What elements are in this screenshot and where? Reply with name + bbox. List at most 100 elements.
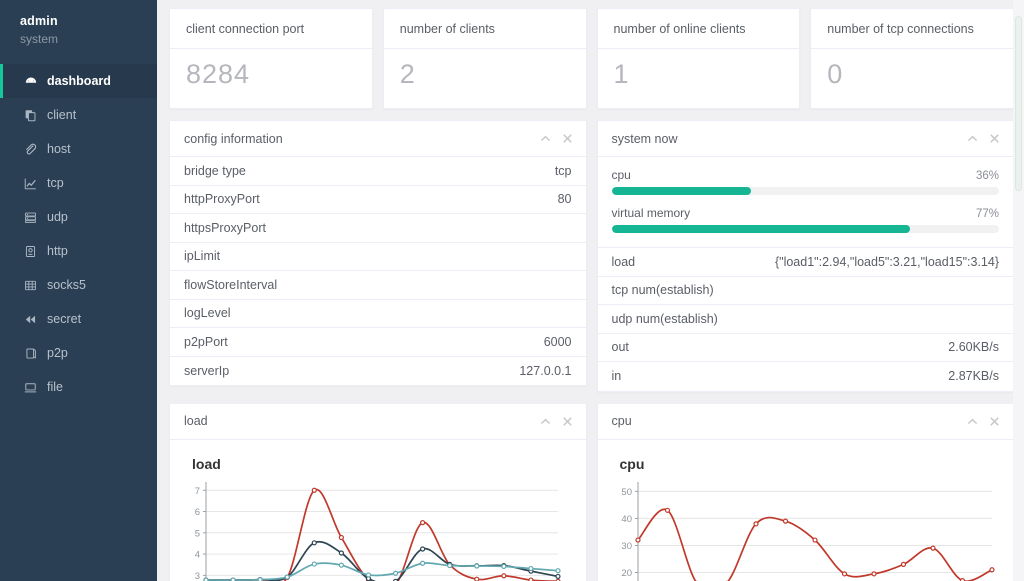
stat-card-value: 0 [827,59,844,89]
chart-line-icon [23,176,38,191]
chevron-up-icon[interactable] [967,416,978,427]
sidebar-item-label: dashboard [47,74,111,88]
table-row: udp num(establish) [597,305,1013,334]
cpu-chart-body: cpu 20 30 40 50 [598,440,1014,581]
vertical-scrollbar-track[interactable] [1013,0,1024,581]
http-icon [23,244,38,259]
svg-text:20: 20 [621,568,632,579]
sidebar-header: admin system [0,0,157,58]
stat-card-value: 2 [399,59,416,89]
config-key: bridge type [184,163,246,178]
chevron-up-icon[interactable] [540,416,551,427]
load-line-chart: 3 4 5 6 7 [195,481,561,581]
svg-text:40: 40 [621,514,632,525]
close-icon[interactable] [562,416,573,427]
grid-icon [23,278,38,293]
progress-bar-fill [611,187,751,195]
sidebar-item-label: secret [47,312,82,326]
table-row: in 2.87KB/s [598,362,1014,391]
stat-card-number-of-online-clients: number of online clients 1 [596,8,801,109]
gauge-percent: 36% [975,170,999,182]
gauge-label: cpu [611,168,631,182]
table-row: httpProxyPort 80 [170,186,586,214]
config-key: flowStoreInterval [184,277,278,292]
table-row: out 2.60KB/s [597,334,1013,362]
config-rows: bridge type tcp httpProxyPort 80 httpsPr… [170,157,586,385]
sidebar-nav: dashboard client host tcp udp http socks… [0,64,157,404]
sidebar-item-p2p[interactable]: p2p [0,336,157,370]
load-chart-column: load load 3 4 5 6 7 [169,402,587,581]
sidebar-item-label: host [47,142,71,156]
client-icon [23,108,38,123]
stat-card-row: client connection port 8284 number of cl… [169,8,1014,109]
stat-card-title: number of clients [383,9,586,49]
close-icon[interactable] [989,133,1000,144]
server-icon [23,210,38,225]
stat-card-value: 8284 [186,59,251,89]
close-icon[interactable] [989,416,1000,427]
cpu-chart-column: cpu cpu 20 30 40 50 [596,402,1014,581]
table-row: serverIp 127.0.0.1 [170,357,586,386]
config-panel-column: config information bridge type tcp httpP… [169,120,587,386]
panel-header: cpu [597,404,1013,440]
chevron-up-icon[interactable] [540,133,551,144]
cpu-chart-panel: cpu cpu 20 30 40 50 [596,402,1014,581]
chart-title: load [192,455,221,472]
config-key: ipLimit [184,249,221,264]
panel-actions [540,416,573,427]
sidebar-item-label: udp [47,210,68,224]
svg-text:5: 5 [195,528,200,539]
panel-header: load [170,404,586,440]
info-panels-row: config information bridge type tcp httpP… [169,120,1014,392]
gauge-header: cpu 36% [612,168,1000,182]
table-row: logLevel [170,300,586,328]
gauge-label: virtual memory [611,206,691,220]
table-row: httpsProxyPort [170,214,586,243]
system-key: in [611,369,622,384]
panel-title: config information [184,131,283,146]
gauge-cpu: cpu 36% [611,168,1000,195]
system-rows: load {"load1":2.94,"load5":3.21,"load15"… [597,248,1014,391]
svg-text:30: 30 [621,541,632,552]
system-now-panel: system now cpu 36% virtual memory 77% lo… [596,120,1014,392]
sidebar-item-file[interactable]: file [0,370,157,404]
sidebar-item-label: client [47,108,77,122]
stat-card-title: client connection port [170,9,372,49]
sidebar-item-dashboard[interactable]: dashboard [0,64,157,98]
sidebar-item-label: socks5 [47,278,86,292]
table-row: flowStoreInterval [170,271,586,300]
system-panel-column: system now cpu 36% virtual memory 77% lo… [596,120,1014,392]
sidebar-item-client[interactable]: client [0,98,157,132]
system-value: 2.87KB/s [948,369,999,384]
sidebar-item-host[interactable]: host [0,132,157,166]
system-key: out [611,340,629,355]
sidebar-username: admin [20,14,58,28]
chevron-up-icon[interactable] [967,133,978,144]
gauge-percent: 77% [975,208,999,220]
sidebar-item-http[interactable]: http [0,234,157,268]
sidebar-item-socks5[interactable]: socks5 [0,268,157,302]
config-value: 127.0.0.1 [519,363,572,378]
panel-title: cpu [611,414,632,428]
config-key: serverIp [184,363,230,378]
table-row: load {"load1":2.94,"load5":3.21,"load15"… [597,248,1013,277]
sidebar-item-secret[interactable]: secret [0,302,157,336]
svg-text:6: 6 [195,507,200,518]
chart-title: cpu [619,455,645,472]
config-key: httpsProxyPort [184,220,266,235]
stat-card-value: 1 [613,59,630,89]
sidebar-item-udp[interactable]: udp [0,200,157,234]
svg-text:3: 3 [195,570,200,581]
stat-card-title: number of tcp connections [811,9,1013,49]
sidebar-item-tcp[interactable]: tcp [0,166,157,200]
system-value: {"load1":2.94,"load5":3.21,"load15":3.14… [774,254,999,269]
sidebar-role: system [20,32,59,46]
config-key: logLevel [184,306,231,321]
close-icon[interactable] [562,133,573,144]
vertical-scrollbar-thumb[interactable] [1015,16,1022,191]
table-row: bridge type tcp [170,157,586,186]
rewind-icon [23,312,38,327]
svg-text:7: 7 [195,485,200,496]
gauge-header: virtual memory 77% [612,206,1000,220]
cube-icon [23,346,38,361]
